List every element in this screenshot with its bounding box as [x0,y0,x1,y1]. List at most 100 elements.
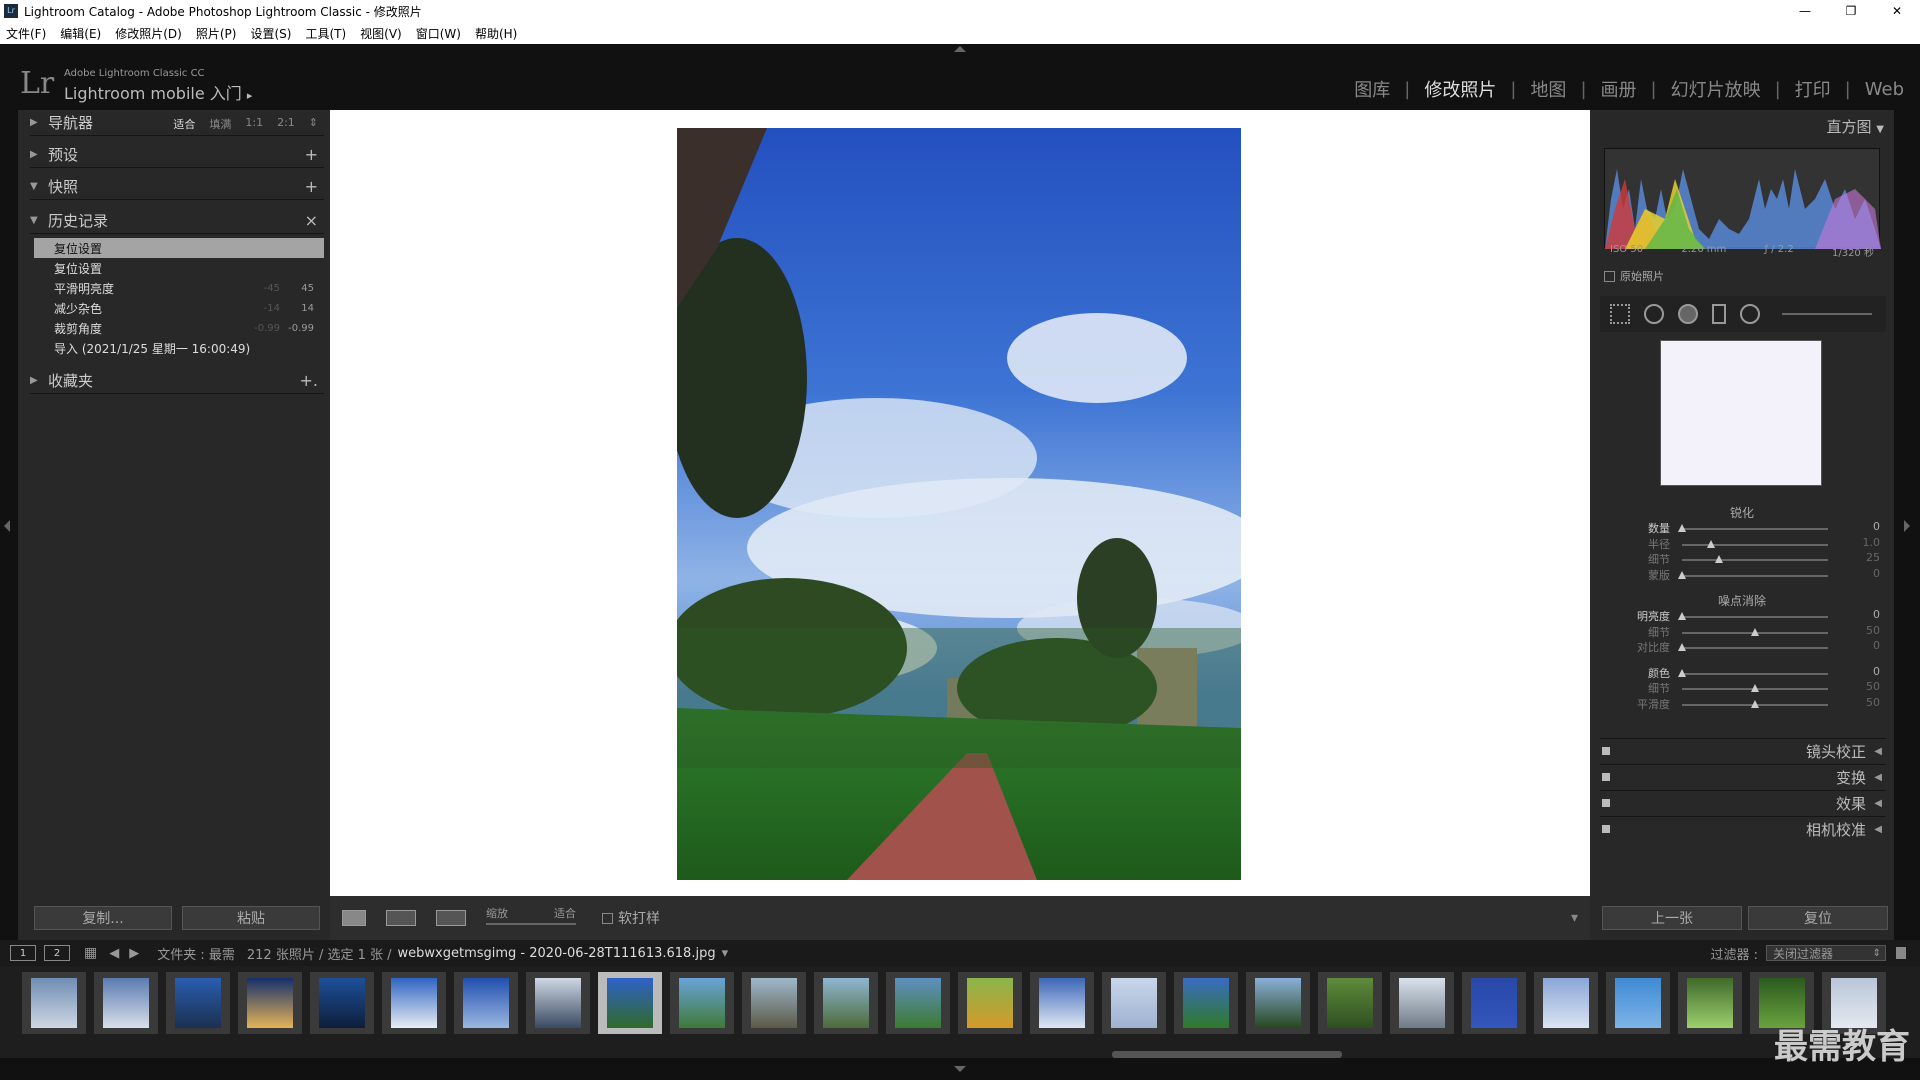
grid-view-icon[interactable]: ▦ [84,945,97,961]
left-panel-toggle-icon[interactable] [4,520,10,532]
slider-track[interactable] [1682,672,1828,675]
toolbar-menu-icon[interactable]: ▾ [1571,910,1578,926]
clear-history-icon[interactable]: × [305,211,318,230]
slider-track[interactable] [1682,543,1828,546]
module-tab[interactable]: 幻灯片放映 [1671,76,1761,102]
slider-value[interactable]: 0 [1873,665,1880,678]
filmstrip-thumbnail[interactable] [454,972,518,1034]
slider-knob[interactable] [1751,699,1759,708]
filmstrip-thumbnail[interactable] [22,972,86,1034]
softproof-checkbox[interactable] [602,912,613,924]
filmstrip-thumbnail[interactable] [1606,972,1670,1034]
slider-row[interactable]: 蒙版 0 [1590,567,1894,585]
original-photo-toggle[interactable]: 原始照片 [1604,268,1664,284]
slider-value[interactable]: 0 [1873,520,1880,533]
filter-select[interactable]: 关闭过滤器 ⇕ [1766,945,1886,961]
zoom-1-1[interactable]: 1:1 [245,116,263,132]
history-item[interactable]: 复位设置 [34,238,324,258]
navigator-header[interactable]: ▶ 导航器 适合 填满 1:1 2:1 ⇕ [30,110,324,136]
close-button[interactable]: ✕ [1874,0,1920,22]
menu-settings[interactable]: 设置(S) [250,25,291,42]
module-tab[interactable]: 打印 [1795,76,1831,102]
module-tab[interactable]: 地图 [1530,76,1566,102]
redeye-icon[interactable] [1678,304,1698,324]
slider-value[interactable]: 25 [1866,551,1880,564]
zoom-slider[interactable] [486,923,576,925]
main-photo[interactable] [677,128,1241,880]
add-snapshot-icon[interactable]: + [305,177,318,196]
panel-switch-icon[interactable] [1602,773,1610,781]
menu-help[interactable]: 帮助(H) [475,25,517,42]
filmstrip-thumbnail[interactable] [1678,972,1742,1034]
panel-switch-icon[interactable] [1602,747,1610,755]
crop-tool-icon[interactable] [1610,304,1630,324]
menu-view[interactable]: 视图(V) [360,25,402,42]
filmstrip-thumbnail[interactable] [1318,972,1382,1034]
menu-tools[interactable]: 工具(T) [305,25,346,42]
main-window-button[interactable]: 1 [10,945,36,961]
paste-settings-button[interactable]: 粘贴 [182,906,320,930]
slider-value[interactable]: 0 [1873,639,1880,652]
slider-knob[interactable] [1751,627,1759,636]
module-tab[interactable]: 修改照片 [1424,76,1496,102]
filmstrip-thumbnail[interactable] [598,972,662,1034]
module-tab[interactable]: 画册 [1601,76,1637,102]
maximize-button[interactable]: ❐ [1828,0,1874,22]
slider-track[interactable] [1682,647,1828,649]
filmstrip-thumbnail[interactable] [958,972,1022,1034]
histogram-header[interactable]: 直方图 ▼ [1827,116,1885,137]
history-header[interactable]: ▼ 历史记录 × [30,208,324,234]
presets-header[interactable]: ▶ 预设 + [30,142,324,168]
slider-value[interactable]: 1.0 [1863,536,1881,549]
slider-knob[interactable] [1678,643,1686,651]
slider-value[interactable]: 50 [1866,696,1880,709]
filmstrip-thumbnail[interactable] [1534,972,1598,1034]
zoom-stepper-icon[interactable]: ⇕ [309,116,318,132]
filmstrip-thumbnail[interactable] [742,972,806,1034]
slider-knob[interactable] [1678,668,1686,677]
slider-knob[interactable] [1678,524,1686,532]
copy-settings-button[interactable]: 复制... [34,906,172,930]
slider-knob[interactable] [1678,570,1686,579]
slider-row[interactable]: 对比度 0 [1590,639,1894,657]
slider-track[interactable] [1682,528,1828,530]
slider-knob[interactable] [1715,555,1723,563]
collapsed-panel-header[interactable]: 镜头校正 ◀ [1600,738,1886,764]
menu-photo[interactable]: 照片(P) [196,25,237,42]
source-label[interactable]: 文件夹 : 最需 [157,944,235,963]
filter-lock-icon[interactable] [1896,947,1906,959]
collapsed-panel-header[interactable]: 相机校准 ◀ [1600,816,1886,842]
previous-button[interactable]: 上一张 [1602,906,1742,930]
history-item[interactable]: 平滑明亮度 -45 45 [34,278,324,298]
back-arrow-icon[interactable]: ◀ [109,946,119,961]
loupe-view-icon[interactable] [342,910,366,926]
spot-removal-icon[interactable] [1644,304,1664,324]
filmstrip-thumbnail[interactable] [238,972,302,1034]
module-tab[interactable]: Web [1865,79,1904,100]
slider-track[interactable] [1682,574,1828,577]
zoom-fit[interactable]: 适合 [173,116,195,132]
history-item[interactable]: 裁剪角度 -0.99 -0.99 [34,318,324,338]
before-after-icon[interactable] [386,910,416,926]
radial-filter-icon[interactable] [1740,304,1760,324]
slider-track[interactable] [1682,616,1828,618]
slider-value[interactable]: 0 [1873,608,1880,621]
slider-value[interactable]: 50 [1866,680,1880,693]
before-after-split-icon[interactable] [436,910,466,926]
add-collection-icon[interactable]: +. [300,371,319,390]
graduated-filter-icon[interactable] [1712,304,1726,324]
minimize-button[interactable]: — [1782,0,1828,22]
right-panel-toggle-icon[interactable] [1904,520,1910,532]
add-preset-icon[interactable]: + [305,145,318,164]
filename-menu-icon[interactable]: ▾ [722,946,729,961]
filmstrip-thumbnail[interactable] [310,972,374,1034]
zoom-fill[interactable]: 填满 [209,116,231,132]
slider-value[interactable]: 50 [1866,624,1880,637]
history-item[interactable]: 减少杂色 -14 14 [34,298,324,318]
filmstrip-thumbnail[interactable] [1462,972,1526,1034]
filmstrip-thumbnail[interactable] [166,972,230,1034]
filmstrip-thumbnail[interactable] [94,972,158,1034]
menu-edit[interactable]: 编辑(E) [60,25,101,42]
filmstrip-thumbnail[interactable] [382,972,446,1034]
filmstrip-thumbnail[interactable] [1102,972,1166,1034]
